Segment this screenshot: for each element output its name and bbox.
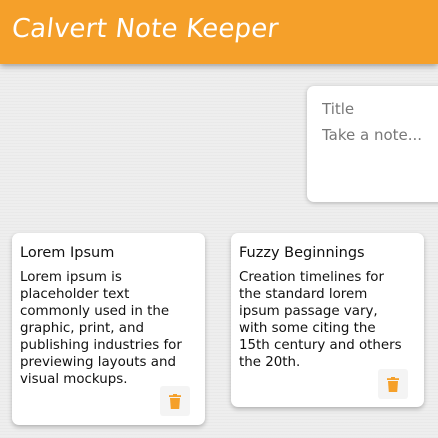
note-content: Creation timelines for the standard lore… [239,270,402,370]
note-content-input[interactable] [322,126,432,186]
app-header: Calvert Note Keeper [0,0,438,64]
note-title-input[interactable] [322,100,432,118]
note-content: Lorem ipsum is placeholder text commonly… [20,270,182,387]
app-title: Calvert Note Keeper [10,14,280,44]
note-title: Lorem Ipsum [20,245,115,261]
trash-icon [169,393,181,409]
create-note-form [307,86,438,202]
trash-icon [387,376,399,392]
delete-note-button[interactable] [160,386,190,416]
note-title: Fuzzy Beginnings [239,245,365,261]
delete-note-button[interactable] [378,369,408,399]
note-card: Lorem Ipsum Lorem ipsum is placeholder t… [12,233,205,425]
note-card: Fuzzy Beginnings Creation timelines for … [231,233,424,407]
